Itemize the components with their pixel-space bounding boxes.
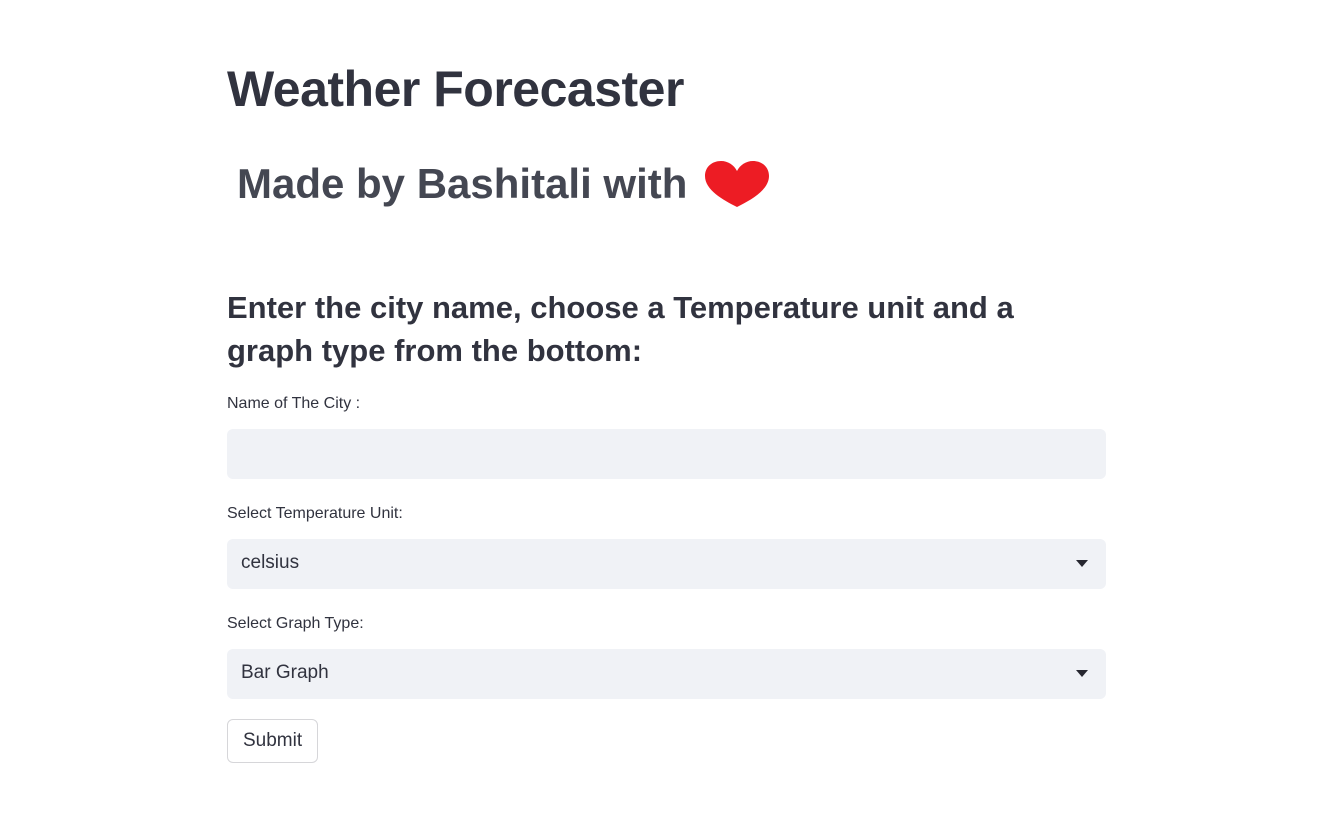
chevron-down-icon[interactable]: [1076, 560, 1088, 567]
temperature-unit-value: celsius: [241, 552, 300, 573]
instructions-heading: Enter the city name, choose a Temperatur…: [227, 290, 1014, 368]
temperature-unit-label: Select Temperature Unit:: [227, 505, 403, 522]
page-title: Weather Forecaster: [227, 61, 684, 117]
submit-button[interactable]: Submit: [227, 719, 319, 763]
city-label: Name of The City :: [227, 395, 361, 412]
heart-icon: [703, 160, 771, 208]
credit-text: Made by Bashitali with: [237, 160, 688, 207]
graph-type-value: Bar Graph: [241, 662, 329, 683]
graph-type-select[interactable]: Bar Graph: [227, 649, 1106, 699]
city-input[interactable]: [227, 429, 1106, 479]
graph-type-label: Select Graph Type:: [227, 615, 364, 632]
temperature-unit-select[interactable]: celsius: [227, 539, 1106, 589]
chevron-down-icon[interactable]: [1076, 670, 1088, 677]
credit-banner: Made by Bashitali with: [237, 160, 771, 208]
